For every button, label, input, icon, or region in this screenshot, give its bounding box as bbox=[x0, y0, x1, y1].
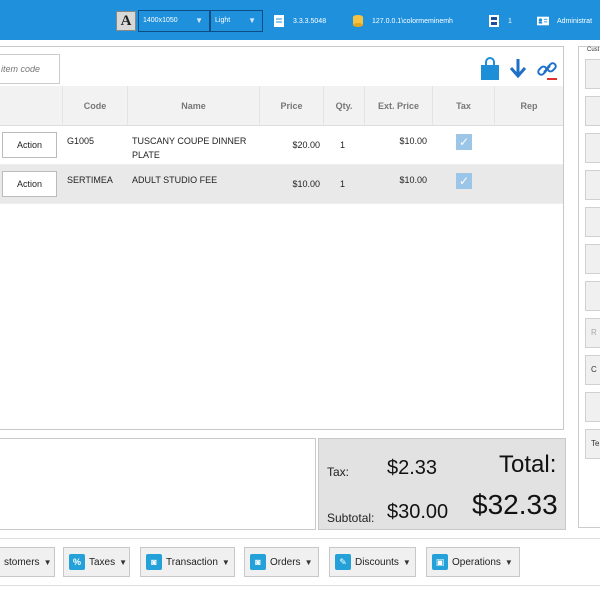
customers-menu-button[interactable]: stomers ▼ bbox=[0, 547, 55, 577]
register-info: 1 bbox=[488, 13, 512, 29]
row-ext-price: $10.00 bbox=[399, 175, 427, 185]
item-code-input[interactable] bbox=[0, 54, 60, 84]
customer-action-button[interactable] bbox=[585, 392, 600, 422]
theme-select[interactable]: Light ▼ bbox=[210, 10, 263, 32]
table-row[interactable]: Action SERTIMEA ADULT STUDIO FEE $10.00 … bbox=[0, 165, 563, 204]
operations-label: Operations bbox=[452, 556, 501, 568]
version-info: 3.3.3.5048 bbox=[273, 13, 326, 29]
column-header-name[interactable]: Name bbox=[128, 86, 260, 126]
chevron-down-icon: ▼ bbox=[119, 557, 128, 567]
transaction-menu-button[interactable]: ◙ Transaction ▼ bbox=[140, 547, 235, 577]
totals-panel: Tax: $2.33 Total: Subtotal: $30.00 $32.3… bbox=[318, 438, 566, 530]
font-size-icon[interactable]: A bbox=[116, 11, 136, 31]
column-header-code[interactable]: Code bbox=[63, 86, 128, 126]
chevron-down-icon: ▼ bbox=[221, 557, 230, 567]
shopping-bag-icon[interactable] bbox=[478, 57, 502, 81]
percent-icon: % bbox=[69, 554, 85, 570]
row-name: ADULT STUDIO FEE bbox=[132, 175, 218, 185]
chevron-down-icon: ▼ bbox=[402, 557, 411, 567]
taxes-menu-button[interactable]: % Taxes ▼ bbox=[63, 547, 130, 577]
server-info: 127.0.0.1\colormeminemh bbox=[352, 13, 453, 29]
tax-value: $2.33 bbox=[387, 457, 438, 479]
document-icon bbox=[274, 15, 284, 27]
row-price: $20.00 bbox=[292, 140, 320, 150]
grid-header: Code Name Price Qty. Ext. Price Tax Rep bbox=[0, 86, 563, 126]
action-button[interactable]: Action bbox=[2, 132, 57, 158]
tax-label: Tax: bbox=[327, 465, 350, 479]
chevron-down-icon: ▼ bbox=[504, 557, 513, 567]
subtotal-value: $30.00 bbox=[387, 501, 449, 523]
cart-panel: Code Name Price Qty. Ext. Price Tax Rep … bbox=[0, 46, 564, 430]
table-row[interactable]: Action G1005 TUSCANY COUPE DINNER PLATE … bbox=[0, 126, 563, 165]
customers-label: stomers bbox=[4, 556, 40, 568]
resolution-select[interactable]: 1400x1050 ▼ bbox=[138, 10, 210, 32]
bag-icon: ◙ bbox=[146, 554, 162, 570]
row-code: SERTIMEA bbox=[67, 175, 113, 185]
database-icon bbox=[353, 15, 363, 27]
customer-action-button[interactable] bbox=[585, 281, 600, 311]
customer-action-button[interactable] bbox=[585, 207, 600, 237]
user-card-icon bbox=[537, 16, 549, 26]
row-code: G1005 bbox=[67, 136, 95, 146]
tax-checkbox[interactable]: ✓ bbox=[456, 173, 472, 189]
row-name: TUSCANY COUPE DINNER PLATE bbox=[132, 136, 247, 160]
register-text: 1 bbox=[508, 17, 512, 25]
customer-action-button[interactable] bbox=[585, 244, 600, 274]
download-icon[interactable] bbox=[506, 57, 530, 81]
row-rep bbox=[495, 165, 563, 203]
resolution-value: 1400x1050 bbox=[143, 17, 178, 24]
chevron-down-icon: ▼ bbox=[304, 557, 313, 567]
discounts-label: Discounts bbox=[355, 556, 399, 568]
row-rep bbox=[495, 126, 563, 164]
server-text: 127.0.0.1\colormeminemh bbox=[372, 17, 453, 25]
chevron-down-icon: ▼ bbox=[248, 16, 256, 25]
customer-action-button[interactable]: Te bbox=[585, 429, 600, 459]
top-bar: A 1400x1050 ▼ Light ▼ 3.3.3.5048 127.0.0… bbox=[0, 0, 600, 40]
column-header-price[interactable]: Price bbox=[260, 86, 324, 126]
row-qty: 1 bbox=[340, 179, 346, 189]
user-info[interactable]: Administrat bbox=[537, 13, 592, 29]
action-button[interactable]: Action bbox=[2, 171, 57, 197]
discounts-menu-button[interactable]: ✎ Discounts ▼ bbox=[329, 547, 416, 577]
theme-value: Light bbox=[215, 17, 231, 24]
column-header-rep[interactable]: Rep bbox=[495, 86, 563, 126]
divider bbox=[0, 585, 600, 586]
column-header-ext-price[interactable]: Ext. Price bbox=[365, 86, 433, 126]
column-header-action bbox=[0, 86, 63, 126]
customer-panel: Cust R C Te bbox=[578, 46, 600, 528]
total-value: $32.33 bbox=[472, 489, 558, 520]
user-text: Administrat bbox=[557, 17, 593, 25]
total-label: Total: bbox=[499, 451, 557, 478]
register-icon bbox=[489, 15, 499, 27]
chevron-down-icon: ▼ bbox=[43, 557, 52, 567]
customer-action-button[interactable] bbox=[585, 96, 600, 126]
column-header-qty[interactable]: Qty. bbox=[324, 86, 365, 126]
customer-action-button[interactable]: R bbox=[585, 318, 600, 348]
subtotal-label: Subtotal: bbox=[327, 511, 375, 525]
link-icon[interactable] bbox=[535, 57, 559, 81]
customer-action-button[interactable] bbox=[585, 170, 600, 200]
chevron-down-icon: ▼ bbox=[195, 16, 203, 25]
notes-area bbox=[0, 438, 316, 530]
tax-checkbox[interactable]: ✓ bbox=[456, 134, 472, 150]
orders-menu-button[interactable]: ◙ Orders ▼ bbox=[244, 547, 319, 577]
tag-icon: ✎ bbox=[335, 554, 351, 570]
row-qty: 1 bbox=[340, 140, 346, 150]
operations-menu-button[interactable]: ▣ Operations ▼ bbox=[426, 547, 520, 577]
customer-action-button[interactable] bbox=[585, 59, 600, 89]
version-text: 3.3.3.5048 bbox=[293, 17, 327, 25]
customer-action-button[interactable]: C bbox=[585, 355, 600, 385]
transaction-label: Transaction bbox=[166, 556, 218, 568]
register-icon: ▣ bbox=[432, 554, 448, 570]
column-header-tax[interactable]: Tax bbox=[433, 86, 495, 126]
bag-icon: ◙ bbox=[250, 554, 266, 570]
customer-action-button[interactable] bbox=[585, 133, 600, 163]
divider bbox=[0, 538, 600, 539]
row-ext-price: $10.00 bbox=[399, 136, 427, 146]
taxes-label: Taxes bbox=[89, 556, 116, 568]
cart-grid: Code Name Price Qty. Ext. Price Tax Rep … bbox=[0, 86, 563, 204]
customer-panel-label: Cust bbox=[587, 47, 600, 53]
row-price: $10.00 bbox=[292, 179, 320, 189]
orders-label: Orders bbox=[270, 556, 301, 568]
